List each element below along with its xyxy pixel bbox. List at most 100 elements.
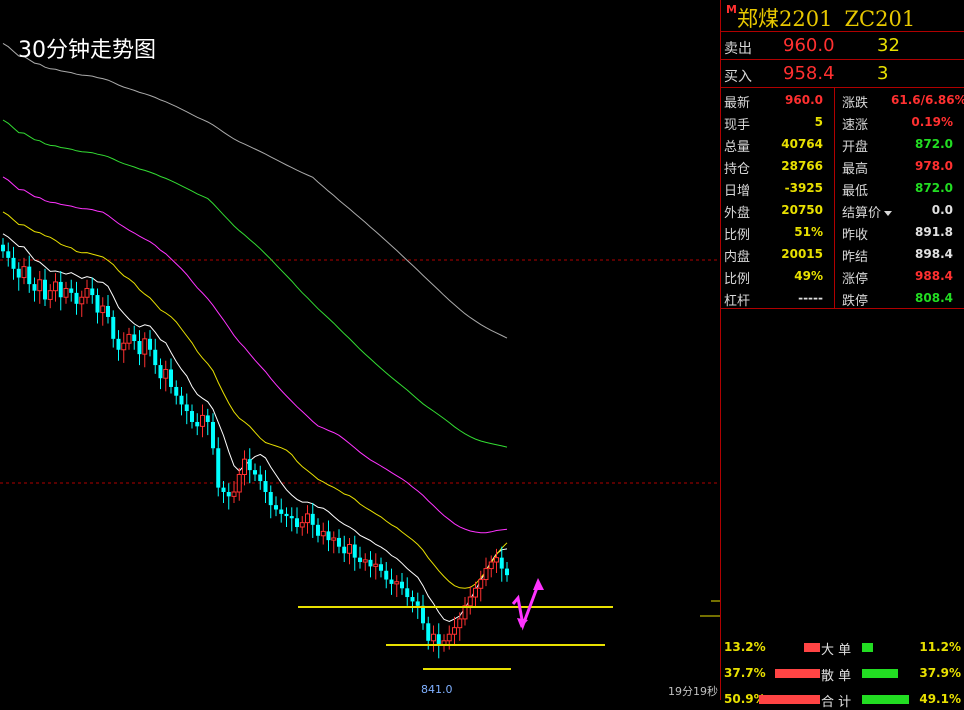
candle-body bbox=[32, 284, 37, 291]
flow-sell-pct: 11.2% bbox=[919, 640, 961, 654]
candle-body bbox=[405, 588, 410, 598]
candle-body bbox=[316, 524, 320, 536]
ask-row[interactable]: 卖出 960.0 32 bbox=[721, 33, 964, 59]
candle-body bbox=[452, 627, 457, 635]
quote-label-left: 持仓 bbox=[724, 162, 751, 177]
flow-label: 散 单 bbox=[821, 669, 852, 684]
quote-label-right: 最低 bbox=[842, 184, 869, 199]
candle-body bbox=[274, 505, 278, 510]
candle-body bbox=[74, 292, 79, 304]
quote-value-right: 872.0 bbox=[915, 181, 953, 195]
candle-body bbox=[289, 516, 294, 519]
candle-body bbox=[426, 623, 431, 641]
flow-label: 合 计 bbox=[821, 695, 852, 710]
flow-buy-pct: 37.7% bbox=[724, 666, 766, 680]
quote-row: 日增 -3925 最低 872.0 bbox=[721, 177, 964, 199]
quote-value-right: 0.19% bbox=[911, 115, 953, 129]
chart-title: 30分钟走势图 bbox=[18, 38, 156, 63]
quote-value-left: ----- bbox=[798, 291, 823, 305]
candle-body bbox=[11, 257, 16, 269]
flow-buy-bar bbox=[775, 669, 820, 678]
bid-price: 958.4 bbox=[783, 63, 835, 84]
quote-value-left: 960.0 bbox=[785, 93, 823, 107]
candle-body bbox=[358, 557, 362, 563]
candle-body bbox=[467, 596, 473, 607]
quote-value-left: -3925 bbox=[784, 181, 823, 195]
candle-body bbox=[478, 579, 484, 589]
candle-body bbox=[436, 634, 441, 646]
candle-body bbox=[121, 342, 127, 351]
instrument-header[interactable]: M 郑煤2201 ZC201 bbox=[721, 0, 964, 31]
quote-label-left: 杠杆 bbox=[724, 294, 751, 309]
candle-body bbox=[95, 295, 100, 313]
quote-label-left: 总量 bbox=[724, 140, 751, 155]
flow-sell-pct: 37.9% bbox=[919, 666, 961, 680]
quote-label-right: 跌停 bbox=[842, 294, 869, 309]
candle-body bbox=[90, 288, 95, 296]
candle-body bbox=[1, 244, 5, 252]
candle-body bbox=[331, 537, 337, 541]
candle-body bbox=[158, 365, 163, 379]
candle-body bbox=[53, 281, 58, 292]
quote-value-right: 988.4 bbox=[915, 269, 953, 283]
candle-body bbox=[111, 316, 116, 339]
quote-value-right: 808.4 bbox=[915, 291, 953, 305]
candle-body bbox=[242, 458, 247, 475]
candle-body bbox=[368, 559, 373, 567]
instrument-code: ZC201 bbox=[844, 7, 916, 31]
candle-body bbox=[231, 491, 237, 497]
candle-body bbox=[483, 568, 489, 581]
quote-label-right[interactable]: 结算价 bbox=[842, 202, 893, 221]
quote-value-left: 5 bbox=[814, 115, 823, 129]
flow-sell-bar bbox=[862, 643, 873, 652]
quote-label-left: 最新 bbox=[724, 96, 751, 111]
chart-area: 30分钟走势图 841.0 19分19秒 bbox=[0, 0, 720, 700]
candle-body bbox=[106, 306, 110, 317]
candle-body bbox=[279, 509, 284, 514]
money-flow-row: 50.9% 合 计 49.1% bbox=[721, 690, 964, 710]
ask-label: 卖出 bbox=[724, 41, 752, 57]
quote-row: 比例 51% 昨收 891.8 bbox=[721, 221, 964, 243]
candle-body bbox=[226, 492, 231, 497]
candle-body bbox=[342, 546, 347, 554]
flow-sell-pct: 49.1% bbox=[919, 692, 961, 706]
candle-body bbox=[268, 492, 273, 506]
candle-body bbox=[221, 487, 226, 492]
quote-label-left: 外盘 bbox=[724, 206, 751, 221]
candle-body bbox=[362, 559, 368, 563]
candle-body bbox=[216, 448, 221, 488]
quote-value-left: 20750 bbox=[781, 203, 823, 217]
bar-countdown: 19分19秒 bbox=[668, 685, 718, 698]
ma-line-white bbox=[2, 233, 508, 623]
flow-buy-pct: 13.2% bbox=[724, 640, 766, 654]
quote-row: 比例 49% 涨停 988.4 bbox=[721, 265, 964, 287]
candle-body bbox=[247, 459, 252, 471]
candle-body bbox=[379, 564, 383, 571]
main-contract-badge: M bbox=[726, 3, 737, 16]
ask-volume: 32 bbox=[877, 35, 900, 56]
trend-arrow-head bbox=[533, 578, 544, 590]
candle-body bbox=[488, 561, 494, 570]
trend-arrow bbox=[511, 584, 540, 631]
candle-body bbox=[179, 395, 184, 405]
candle-body bbox=[200, 414, 205, 427]
candle-body bbox=[6, 251, 11, 258]
candle-body bbox=[153, 349, 158, 366]
candle-body bbox=[84, 287, 90, 298]
candle-body bbox=[320, 530, 326, 537]
quote-row: 外盘 20750 结算价 0.0 bbox=[721, 199, 964, 221]
quote-value-left: 20015 bbox=[781, 247, 823, 261]
candle-body bbox=[116, 338, 121, 350]
candle-body bbox=[142, 338, 148, 355]
candle-body bbox=[347, 544, 352, 554]
ma-line-gray bbox=[2, 42, 508, 339]
bid-row[interactable]: 买入 958.4 3 bbox=[721, 61, 964, 87]
candle-body bbox=[37, 279, 43, 292]
candle-body bbox=[79, 296, 85, 305]
candle-body bbox=[295, 518, 299, 528]
candle-body bbox=[205, 415, 210, 422]
quote-row: 现手 5 速涨 0.19% bbox=[721, 111, 964, 133]
candle-body bbox=[473, 587, 478, 598]
quote-value-left: 51% bbox=[794, 225, 823, 239]
candle-body bbox=[236, 473, 242, 493]
